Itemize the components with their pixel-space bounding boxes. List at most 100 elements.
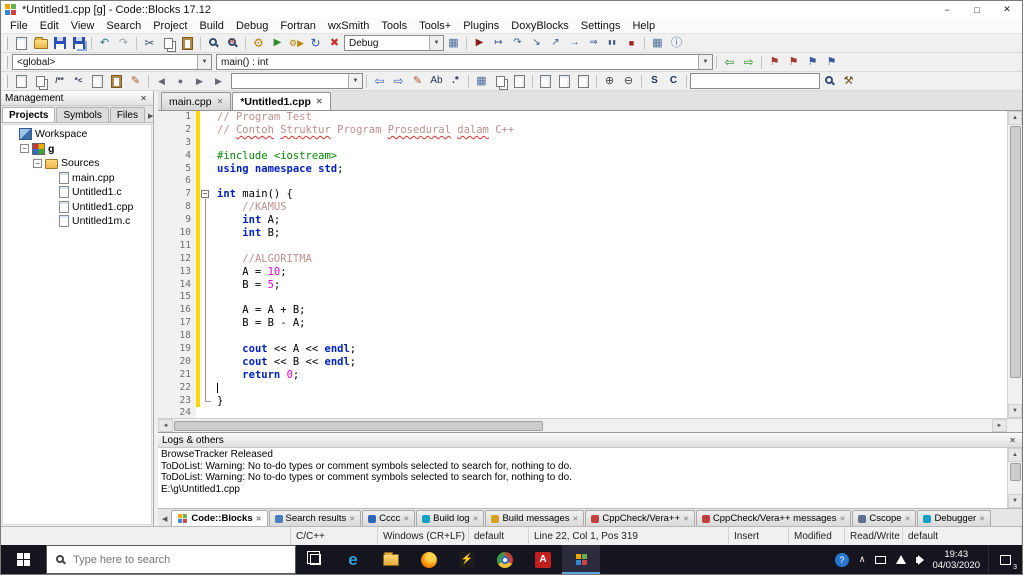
menu-item-tools[interactable]: Tools xyxy=(375,19,413,33)
taskbar-firefox-app[interactable] xyxy=(410,545,448,574)
next-instruction-button[interactable]: → xyxy=(565,35,584,52)
taskbar-edge-app[interactable]: e xyxy=(334,545,372,574)
code-text[interactable]: A = A + B; xyxy=(212,304,305,317)
bottom-tab-code-blocks[interactable]: Code::Blocks ✕ xyxy=(171,510,268,526)
scroll-up-icon[interactable]: ▲ xyxy=(1008,111,1022,125)
code-text[interactable] xyxy=(212,175,217,188)
taskbar-acrobat-app[interactable]: A xyxy=(524,545,562,574)
menu-item-fortran[interactable]: Fortran xyxy=(274,19,321,33)
management-tab-symbols[interactable]: Symbols xyxy=(56,107,109,122)
unsplit-button[interactable] xyxy=(510,73,529,90)
fold-margin[interactable] xyxy=(200,381,212,395)
next-line-button[interactable]: ↷ xyxy=(508,35,527,52)
taskbar-clock[interactable]: 19:43 04/03/2020 xyxy=(924,549,988,571)
menu-item-project[interactable]: Project xyxy=(147,19,193,33)
fold-collapse-icon[interactable]: − xyxy=(201,190,209,199)
minimize-button[interactable]: − xyxy=(932,1,962,18)
fold-margin[interactable] xyxy=(200,149,212,163)
logs-close-icon[interactable]: ✕ xyxy=(1007,436,1018,445)
bottom-tab-build-messages[interactable]: Build messages ✕ xyxy=(485,510,585,526)
fold-margin[interactable] xyxy=(200,278,212,292)
undo-button[interactable]: ↶ xyxy=(95,35,114,52)
tab-close-icon[interactable]: ✕ xyxy=(403,515,409,523)
tree-expander[interactable]: − xyxy=(33,158,42,168)
cut-button[interactable]: ✂ xyxy=(140,35,159,52)
code-text[interactable]: cout << A << endl; xyxy=(212,343,356,356)
new-file-button[interactable] xyxy=(12,35,31,52)
build-target-combo[interactable]: Debug ▼ xyxy=(344,35,444,51)
code-text[interactable]: cout << B << endl; xyxy=(212,356,356,369)
symbol-combo[interactable]: main() : int ▼ xyxy=(216,54,713,70)
jump-back-button[interactable]: ⇦ xyxy=(720,54,739,71)
fold-margin[interactable] xyxy=(200,355,212,369)
code-text[interactable]: #include <iostream> xyxy=(212,150,337,163)
menu-item-edit[interactable]: Edit xyxy=(34,19,65,33)
tray-expand-button[interactable]: ∧ xyxy=(854,545,871,574)
bottom-tab-cccc[interactable]: Cccc ✕ xyxy=(362,510,416,526)
code-text[interactable]: return 0; xyxy=(212,369,299,382)
menu-item-wxsmith[interactable]: wxSmith xyxy=(322,19,376,33)
fold-margin[interactable] xyxy=(200,239,212,253)
jump-forward-button[interactable]: ⇨ xyxy=(739,54,758,71)
outline-2-button[interactable] xyxy=(555,73,574,90)
tree-item-untitled1m-c[interactable]: Untitled1m.c xyxy=(3,214,151,229)
management-close-icon[interactable]: ✕ xyxy=(138,94,149,103)
toolbar-grip[interactable] xyxy=(5,74,8,88)
break-debugger-button[interactable]: ▮▮ xyxy=(603,35,622,52)
fold-margin[interactable] xyxy=(200,111,212,124)
menu-item-build[interactable]: Build xyxy=(193,19,229,33)
extract-docs-button[interactable] xyxy=(12,73,31,90)
fold-margin[interactable] xyxy=(200,252,212,266)
task-view-button[interactable] xyxy=(296,545,334,574)
scroll-up-icon[interactable]: ▲ xyxy=(1008,448,1022,462)
menu-item-doxyblocks[interactable]: DoxyBlocks xyxy=(505,19,574,33)
save-all-button[interactable] xyxy=(69,35,88,52)
code-text[interactable] xyxy=(212,137,217,150)
cscope-button[interactable]: C xyxy=(664,73,683,90)
step-into-instruction-button[interactable]: ⇒ xyxy=(584,35,603,52)
edit-config-button[interactable]: ✎ xyxy=(126,73,145,90)
code-text[interactable]: //KAMUS xyxy=(212,201,286,214)
fold-margin[interactable] xyxy=(200,394,212,408)
debug-continue-button[interactable]: ▶ xyxy=(470,35,489,52)
close-button[interactable]: ✕ xyxy=(992,1,1022,18)
doxy-block-comment-button[interactable]: /** xyxy=(50,73,69,90)
outline-3-button[interactable] xyxy=(574,73,593,90)
menu-item-tools[interactable]: Tools+ xyxy=(413,19,457,33)
fold-margin[interactable] xyxy=(200,265,212,279)
various-info-button[interactable]: ⓘ xyxy=(667,35,686,52)
step-out-button[interactable]: ↗ xyxy=(546,35,565,52)
code-text[interactable]: B = 5; xyxy=(212,279,280,292)
chevron-down-icon[interactable]: ▼ xyxy=(348,74,362,88)
management-tab-projects[interactable]: Projects xyxy=(2,107,56,122)
scrollbar-thumb[interactable] xyxy=(174,420,543,431)
extract-docs-project-button[interactable] xyxy=(31,73,50,90)
start-button[interactable] xyxy=(1,545,46,574)
editor-tab-main-cpp[interactable]: main.cpp ✕ xyxy=(161,92,232,110)
fold-margin[interactable] xyxy=(200,162,212,176)
redo-button[interactable]: ↷ xyxy=(114,35,133,52)
incremental-search-input[interactable] xyxy=(690,73,820,89)
code-text[interactable]: //ALGORITMA xyxy=(212,253,312,266)
jump-first-button[interactable]: ◀ xyxy=(152,73,171,90)
run-button[interactable]: ▶ xyxy=(268,35,287,52)
rebuild-button[interactable]: ↻ xyxy=(306,35,325,52)
tree-item-main-cpp[interactable]: main.cpp xyxy=(3,171,151,186)
toggle-bookmark-button[interactable]: ⚑ xyxy=(765,54,784,71)
match-case-button[interactable]: Ab xyxy=(427,73,446,90)
bottom-tab-debugger[interactable]: Debugger ✕ xyxy=(917,510,992,526)
split-horizontal-button[interactable]: ▦ xyxy=(472,73,491,90)
tree-expander[interactable]: − xyxy=(20,144,29,154)
fold-margin[interactable] xyxy=(200,343,212,356)
management-tab-files[interactable]: Files xyxy=(109,107,145,122)
bottom-tab-cppcheck-vera[interactable]: CppCheck/Vera++ ✕ xyxy=(585,510,695,526)
tab-close-icon[interactable]: ✕ xyxy=(473,515,479,523)
fold-margin[interactable] xyxy=(200,227,212,240)
menu-item-debug[interactable]: Debug xyxy=(230,19,274,33)
replace-button[interactable] xyxy=(223,35,242,52)
taskbar-codeblocks-app[interactable] xyxy=(562,545,600,574)
tab-close-icon[interactable]: ✕ xyxy=(839,515,845,523)
tree-item-g[interactable]: − g xyxy=(3,142,151,157)
find-button[interactable] xyxy=(204,35,223,52)
build-and-run-button[interactable]: ⚙▶ xyxy=(287,35,306,52)
